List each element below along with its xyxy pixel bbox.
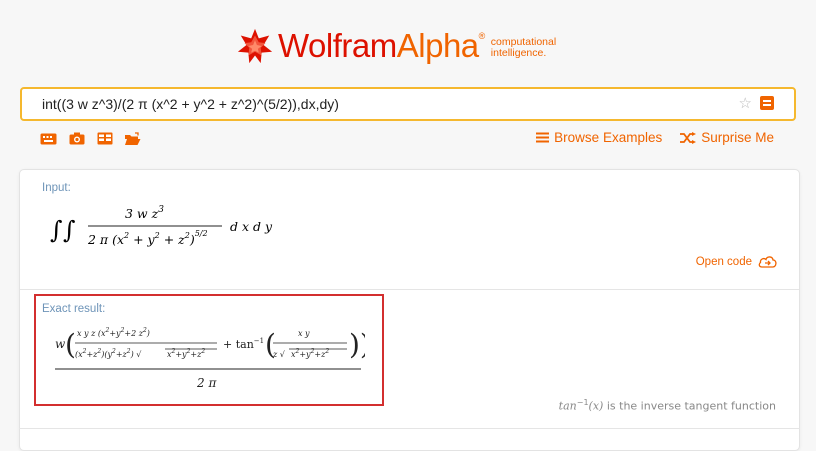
surprise-me-link[interactable]: Surprise Me [680,130,774,145]
footnote-text: is the inverse tangent function [606,399,776,413]
pod-divider [20,289,799,290]
svg-text:2 π (x2 + y2 + z2)5/2: 2 π (x2 + y2 + z2)5/2 [87,229,208,247]
search-box: ☆ [20,87,796,121]
exact-result-highlight-box [34,294,384,406]
pod-bottom-divider [19,428,800,429]
table-data-icon[interactable] [96,131,113,146]
footnote-arg: (x) [588,399,604,413]
logo-wolfram: Wolfram [278,27,397,64]
right-nav-links: Browse Examples Surprise Me [536,130,774,145]
svg-text:d x d y: d x d y [230,219,273,234]
integral-sign-2: ∫ [63,216,76,244]
tagline-line2: intelligence. [490,47,547,59]
compute-button-icon[interactable] [760,96,774,110]
surprise-me-label: Surprise Me [701,130,774,145]
favorite-star-icon[interactable]: ☆ [739,94,752,112]
open-code-label: Open code [695,255,752,268]
cloud-arrow-icon [758,256,777,268]
shuffle-icon [680,131,697,144]
keyboard-icon[interactable] [40,131,57,146]
logo-alpha: Alpha [396,27,479,64]
input-mode-toolbar [40,131,141,146]
open-code-link[interactable]: Open code [696,255,777,268]
input-formula: ∫ ∫ 3 w z3 2 π (x2 + y2 + z2)5/2 d x d y [50,205,273,247]
browse-examples-label: Browse Examples [554,130,663,145]
spikey-star-icon [237,28,273,64]
inverse-tangent-footnote: tan−1(x) is the inverse tangent function [559,398,776,413]
integral-sign-1: ∫ [50,216,63,244]
input-pod-label: Input: [42,182,71,194]
browse-examples-link[interactable]: Browse Examples [536,130,662,145]
footnote-sup: −1 [576,398,589,407]
menu-lines-icon [536,132,550,143]
open-folder-icon[interactable] [124,131,141,146]
footnote-fn: tan [558,399,577,413]
search-input[interactable] [42,94,722,114]
wolfram-alpha-logo[interactable]: WolframAlpha® computational intelligence… [236,26,556,66]
logo-wordmark: WolframAlpha® [278,27,485,65]
camera-icon[interactable] [68,131,85,146]
registered-mark: ® [478,31,486,41]
svg-text:3 w z3: 3 w z3 [125,205,164,221]
logo-tagline: computational intelligence. [491,37,556,59]
